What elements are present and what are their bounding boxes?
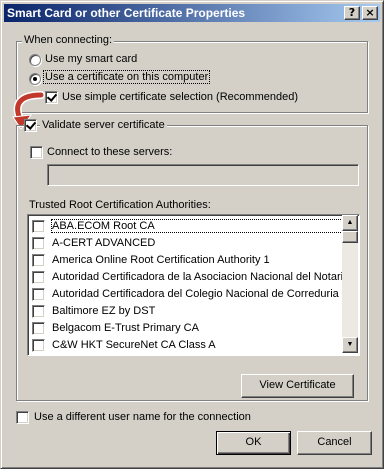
view-certificate-button[interactable]: View Certificate xyxy=(241,374,354,398)
list-item[interactable]: Autoridad Certificadora del Colegio Naci… xyxy=(32,286,342,303)
validate-server-checkbox[interactable] xyxy=(24,119,37,132)
ok-button[interactable]: OK xyxy=(216,431,291,455)
list-item-checkbox[interactable] xyxy=(32,339,45,352)
list-item-label: Autoridad Certificadora del Colegio Naci… xyxy=(52,288,342,300)
list-item[interactable]: C&W HKT SecureNet CA Class A xyxy=(32,337,342,354)
different-user-checkbox[interactable] xyxy=(16,411,29,424)
trusted-root-list[interactable]: ABA.ECOM Root CA A-CERT ADVANCED America… xyxy=(27,214,360,356)
list-item-label: A-CERT ADVANCED xyxy=(52,237,156,249)
close-button[interactable]: × xyxy=(362,6,378,20)
connect-servers-checkbox[interactable] xyxy=(30,146,43,159)
scroll-thumb[interactable] xyxy=(342,231,358,243)
scroll-up-button[interactable]: ▲ xyxy=(342,215,358,231)
list-item-label: Belgacom E-Trust Primary CA xyxy=(52,322,199,334)
scroll-down-button[interactable]: ▼ xyxy=(342,337,358,353)
list-item-label: Baltimore EZ by DST xyxy=(52,305,156,317)
trusted-root-label: Trusted Root Certification Authorities: xyxy=(29,199,211,211)
simple-selection-label[interactable]: Use simple certificate selection (Recomm… xyxy=(62,91,298,103)
list-item-checkbox[interactable] xyxy=(32,254,45,267)
window-title: Smart Card or other Certificate Properti… xyxy=(7,6,246,20)
list-item-checkbox[interactable] xyxy=(32,305,45,318)
cancel-button[interactable]: Cancel xyxy=(297,431,372,455)
validate-server-label[interactable]: Validate server certificate xyxy=(40,119,167,131)
list-item-checkbox[interactable] xyxy=(32,271,45,284)
list-item-checkbox[interactable] xyxy=(32,288,45,301)
connect-servers-label[interactable]: Connect to these servers: xyxy=(47,146,172,158)
smart-card-radio[interactable] xyxy=(29,54,41,66)
list-item-label: Autoridad Certificadora de la Asociacion… xyxy=(52,271,342,283)
help-button[interactable]: ? xyxy=(344,6,360,20)
smart-card-radio-label[interactable]: Use my smart card xyxy=(45,53,137,65)
list-item[interactable]: Baltimore EZ by DST xyxy=(32,303,342,320)
list-item[interactable]: America Online Root Certification Author… xyxy=(32,252,342,269)
different-user-label[interactable]: Use a different user name for the connec… xyxy=(34,411,251,423)
list-item-checkbox[interactable] xyxy=(32,237,45,250)
list-item[interactable]: ABA.ECOM Root CA xyxy=(32,218,343,235)
properties-dialog: Smart Card or other Certificate Properti… xyxy=(0,0,384,469)
list-item-label: America Online Root Certification Author… xyxy=(52,254,270,266)
servers-input[interactable] xyxy=(47,164,359,186)
list-item-label: C&W HKT SecureNet CA Class A xyxy=(52,339,216,351)
title-bar[interactable]: Smart Card or other Certificate Properti… xyxy=(4,4,380,22)
list-scrollbar[interactable]: ▲ ▼ xyxy=(342,215,358,353)
list-item[interactable]: Belgacom E-Trust Primary CA xyxy=(32,320,342,337)
list-item[interactable]: A-CERT ADVANCED xyxy=(32,235,342,252)
certificate-radio-label[interactable]: Use a certificate on this computer xyxy=(42,70,211,84)
when-connecting-label: When connecting: xyxy=(22,34,115,46)
list-item-label: ABA.ECOM Root CA xyxy=(51,219,343,233)
list-item[interactable]: Autoridad Certificadora de la Asociacion… xyxy=(32,269,342,286)
list-item-checkbox[interactable] xyxy=(32,220,45,233)
list-item-checkbox[interactable] xyxy=(32,322,45,335)
